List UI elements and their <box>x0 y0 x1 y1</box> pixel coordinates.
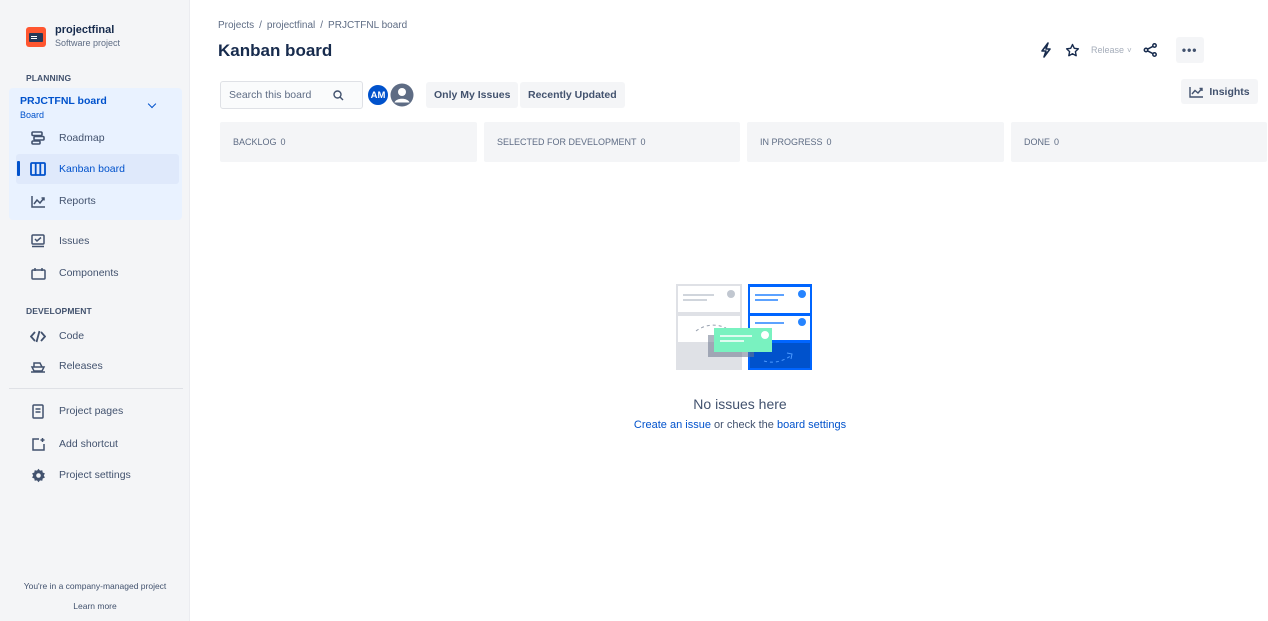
search-icon <box>333 89 344 101</box>
planning-label: PLANNING <box>26 73 72 83</box>
star-icon[interactable] <box>1059 37 1085 63</box>
breadcrumb-project[interactable]: projectfinal <box>267 20 315 31</box>
empty-board-illustration <box>674 283 814 378</box>
active-indicator <box>17 161 20 176</box>
sidebar-item-project-settings[interactable]: Project settings <box>16 460 179 490</box>
sidebar-divider <box>9 388 183 389</box>
search-input[interactable] <box>221 89 333 101</box>
column-done: DONE 0 <box>1011 122 1267 162</box>
column-selected-for-development: SELECTED FOR DEVELOPMENT 0 <box>484 122 740 162</box>
roadmap-icon <box>29 130 47 146</box>
insights-icon <box>1189 86 1204 98</box>
sidebar-item-label: Code <box>59 330 85 342</box>
breadcrumb-projects[interactable]: Projects <box>218 20 254 31</box>
sidebar-item-reports[interactable]: Reports <box>16 186 179 216</box>
sidebar-item-label: Project settings <box>59 469 131 481</box>
issues-icon <box>29 233 47 249</box>
release-label: Release <box>1091 45 1125 55</box>
ellipsis-icon: ••• <box>1181 43 1198 57</box>
column-title: BACKLOG <box>233 137 277 147</box>
board-selector-title[interactable]: PRJCTFNL board <box>20 95 107 107</box>
components-icon <box>29 265 47 281</box>
breadcrumb: Projects / projectfinal / PRJCTFNL board <box>218 20 407 31</box>
empty-state-title: No issues here <box>693 396 787 412</box>
sidebar-item-label: Roadmap <box>59 132 105 144</box>
sidebar-item-label: Add shortcut <box>59 438 118 450</box>
column-title: DONE <box>1024 137 1051 147</box>
sidebar-item-label: Releases <box>59 360 103 372</box>
code-icon <box>29 328 47 344</box>
insights-button[interactable]: Insights <box>1181 79 1258 104</box>
sidebar-item-add-shortcut[interactable]: Add shortcut <box>16 429 179 459</box>
project-header[interactable]: projectfinal Software project <box>26 24 120 49</box>
sidebar-item-label: Components <box>59 267 119 279</box>
company-managed-note: You're in a company-managed project <box>23 581 167 591</box>
sidebar-item-label: Kanban board <box>59 163 125 175</box>
column-count: 0 <box>826 137 832 147</box>
create-issue-link[interactable]: Create an issue <box>634 419 711 431</box>
page-title: Kanban board <box>218 41 333 60</box>
column-count: 0 <box>280 137 286 147</box>
board-selector-subtitle: Board <box>20 110 45 120</box>
project-type: Software project <box>55 38 121 48</box>
avatar[interactable]: AM <box>366 83 390 107</box>
release-button[interactable]: Release ˅ <box>1091 45 1132 55</box>
sidebar-item-label: Reports <box>59 195 96 207</box>
development-label: DEVELOPMENT <box>26 306 92 316</box>
breadcrumb-board[interactable]: PRJCTFNL board <box>328 20 407 31</box>
project-avatar <box>26 26 46 47</box>
releases-icon <box>29 358 47 374</box>
sidebar-item-kanban-board[interactable]: Kanban board <box>16 154 179 184</box>
project-name: projectfinal <box>55 24 115 36</box>
gear-icon <box>29 467 47 483</box>
chevron-down-icon: ˅ <box>1127 45 1132 55</box>
recently-updated-filter[interactable]: Recently Updated <box>520 82 625 108</box>
column-title: IN PROGRESS <box>760 137 823 147</box>
column-backlog: BACKLOG 0 <box>220 122 477 162</box>
empty-state-subtitle: Create an issue or check the board setti… <box>0 419 1268 431</box>
sidebar-item-components[interactable]: Components <box>16 258 179 288</box>
column-title: SELECTED FOR DEVELOPMENT <box>497 137 637 147</box>
user-avatar-icon[interactable] <box>388 81 415 108</box>
empty-state-text: or check the <box>710 419 777 431</box>
share-icon[interactable] <box>1138 37 1164 63</box>
reports-icon <box>29 193 47 209</box>
learn-more-link[interactable]: Learn more <box>0 601 190 611</box>
insights-label: Insights <box>1209 85 1250 98</box>
search-field[interactable] <box>220 81 363 109</box>
kanban-board-icon <box>29 161 47 177</box>
add-shortcut-icon <box>29 436 47 452</box>
board-settings-link[interactable]: board settings <box>777 419 846 431</box>
automation-icon[interactable] <box>1033 37 1059 63</box>
sidebar-item-releases[interactable]: Releases <box>16 351 179 381</box>
column-in-progress: IN PROGRESS 0 <box>747 122 1004 162</box>
sidebar-item-code[interactable]: Code <box>16 321 179 351</box>
sidebar-item-issues[interactable]: Issues <box>16 226 179 256</box>
column-count: 0 <box>640 137 646 147</box>
breadcrumb-separator: / <box>320 20 324 31</box>
sidebar-item-roadmap[interactable]: Roadmap <box>16 123 179 153</box>
header-actions: Release ˅ ••• <box>1033 37 1204 63</box>
breadcrumb-separator: / <box>259 20 262 31</box>
more-actions-button[interactable]: ••• <box>1175 37 1204 63</box>
column-count: 0 <box>1054 137 1060 147</box>
sidebar: projectfinal Software project PLANNING P… <box>0 0 190 621</box>
only-my-issues-filter[interactable]: Only My Issues <box>426 82 519 108</box>
sidebar-item-label: Issues <box>59 235 90 247</box>
